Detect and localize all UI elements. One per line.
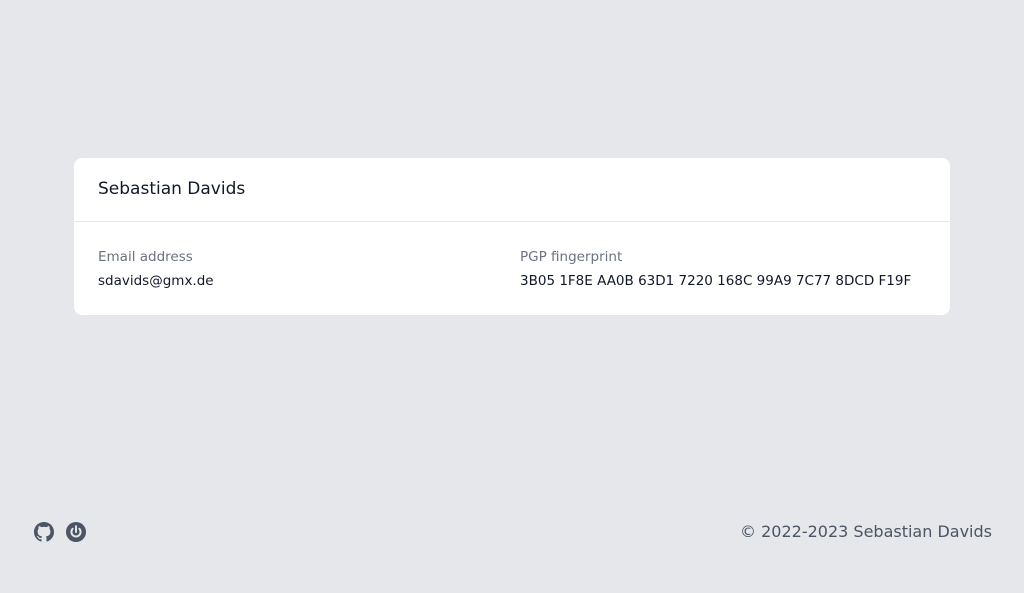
profile-card: Sebastian Davids Email address sdavids@g… bbox=[74, 158, 950, 315]
pgp-fingerprint-value: 3B05 1F8E AA0B 63D1 7220 168C 99A9 7C77 … bbox=[520, 273, 912, 289]
card-header: Sebastian Davids bbox=[74, 158, 950, 222]
power-icon bbox=[66, 522, 86, 542]
pgp-label: PGP fingerprint bbox=[520, 249, 623, 265]
footer-icons bbox=[34, 522, 86, 542]
email-value[interactable]: sdavids@gmx.de bbox=[98, 272, 214, 290]
copyright-text: © 2022-2023 Sebastian Davids bbox=[740, 522, 992, 541]
email-label: Email address bbox=[98, 249, 193, 265]
github-icon bbox=[34, 522, 54, 542]
email-field: Email address sdavids@gmx.de bbox=[98, 248, 214, 290]
github-link[interactable] bbox=[34, 522, 54, 542]
power-link[interactable] bbox=[66, 522, 86, 542]
card-title: Sebastian Davids bbox=[98, 178, 246, 199]
card-body: Email address sdavids@gmx.de PGP fingerp… bbox=[74, 222, 950, 314]
pgp-field: PGP fingerprint 3B05 1F8E AA0B 63D1 7220… bbox=[520, 248, 911, 290]
